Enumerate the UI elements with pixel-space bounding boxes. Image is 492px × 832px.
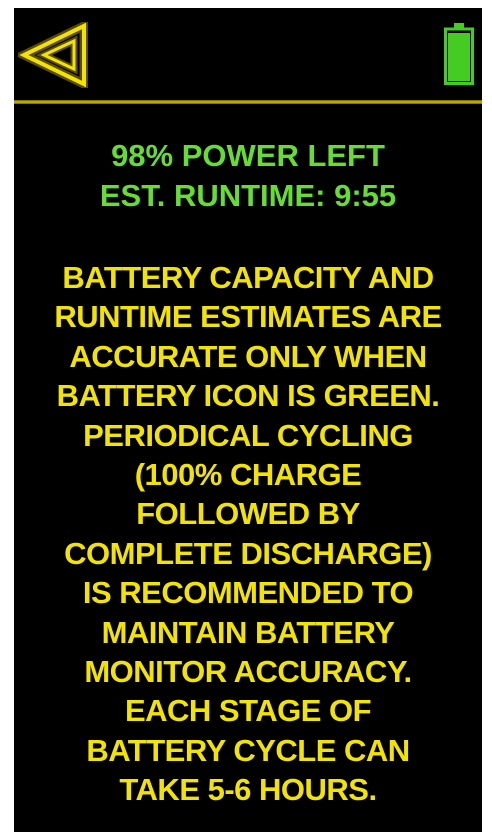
notice-line: BATTERY ICON IS GREEN.: [56, 378, 440, 414]
notice-line: PERIODICAL CYCLING: [83, 417, 413, 453]
notice-line: MONITOR ACCURACY.: [84, 654, 412, 690]
notice-line: ACCURATE ONLY WHEN: [69, 338, 427, 374]
notice-line: EACH STAGE OF: [124, 693, 372, 729]
battery-icon: [444, 23, 474, 85]
header-bar: [14, 8, 482, 100]
notice-line: FOLLOWED BY: [136, 496, 360, 532]
back-button[interactable]: [18, 22, 88, 88]
back-arrow-icon: [18, 22, 88, 88]
battery-fill: [448, 33, 470, 81]
notice-line: MAINTAIN BATTERY: [101, 614, 395, 650]
runtime-text: EST. RUNTIME: 9:55: [99, 178, 397, 213]
notice-line: (100% CHARGE: [134, 457, 362, 493]
status-block: 98% POWER LEFT EST. RUNTIME: 9:55: [14, 136, 482, 216]
notice-line: RUNTIME ESTIMATES ARE: [54, 299, 442, 335]
power-left-text: 98% POWER LEFT: [111, 138, 385, 173]
notice-line: COMPLETE DISCHARGE): [64, 535, 432, 571]
notice-line: BATTERY CAPACITY AND: [62, 260, 434, 295]
notice-line: TAKE 5-6 HOURS.: [119, 772, 377, 808]
notice-line: BATTERY CYCLE CAN: [86, 732, 410, 768]
battery-info-screen: 98% POWER LEFT EST. RUNTIME: 9:55 BATTER…: [14, 8, 482, 832]
header-divider: [14, 100, 482, 104]
calibration-notice: BATTERY CAPACITY AND RUNTIME ESTIMATES AR…: [14, 258, 482, 810]
notice-line: IS RECOMMENDED TO: [82, 575, 414, 611]
